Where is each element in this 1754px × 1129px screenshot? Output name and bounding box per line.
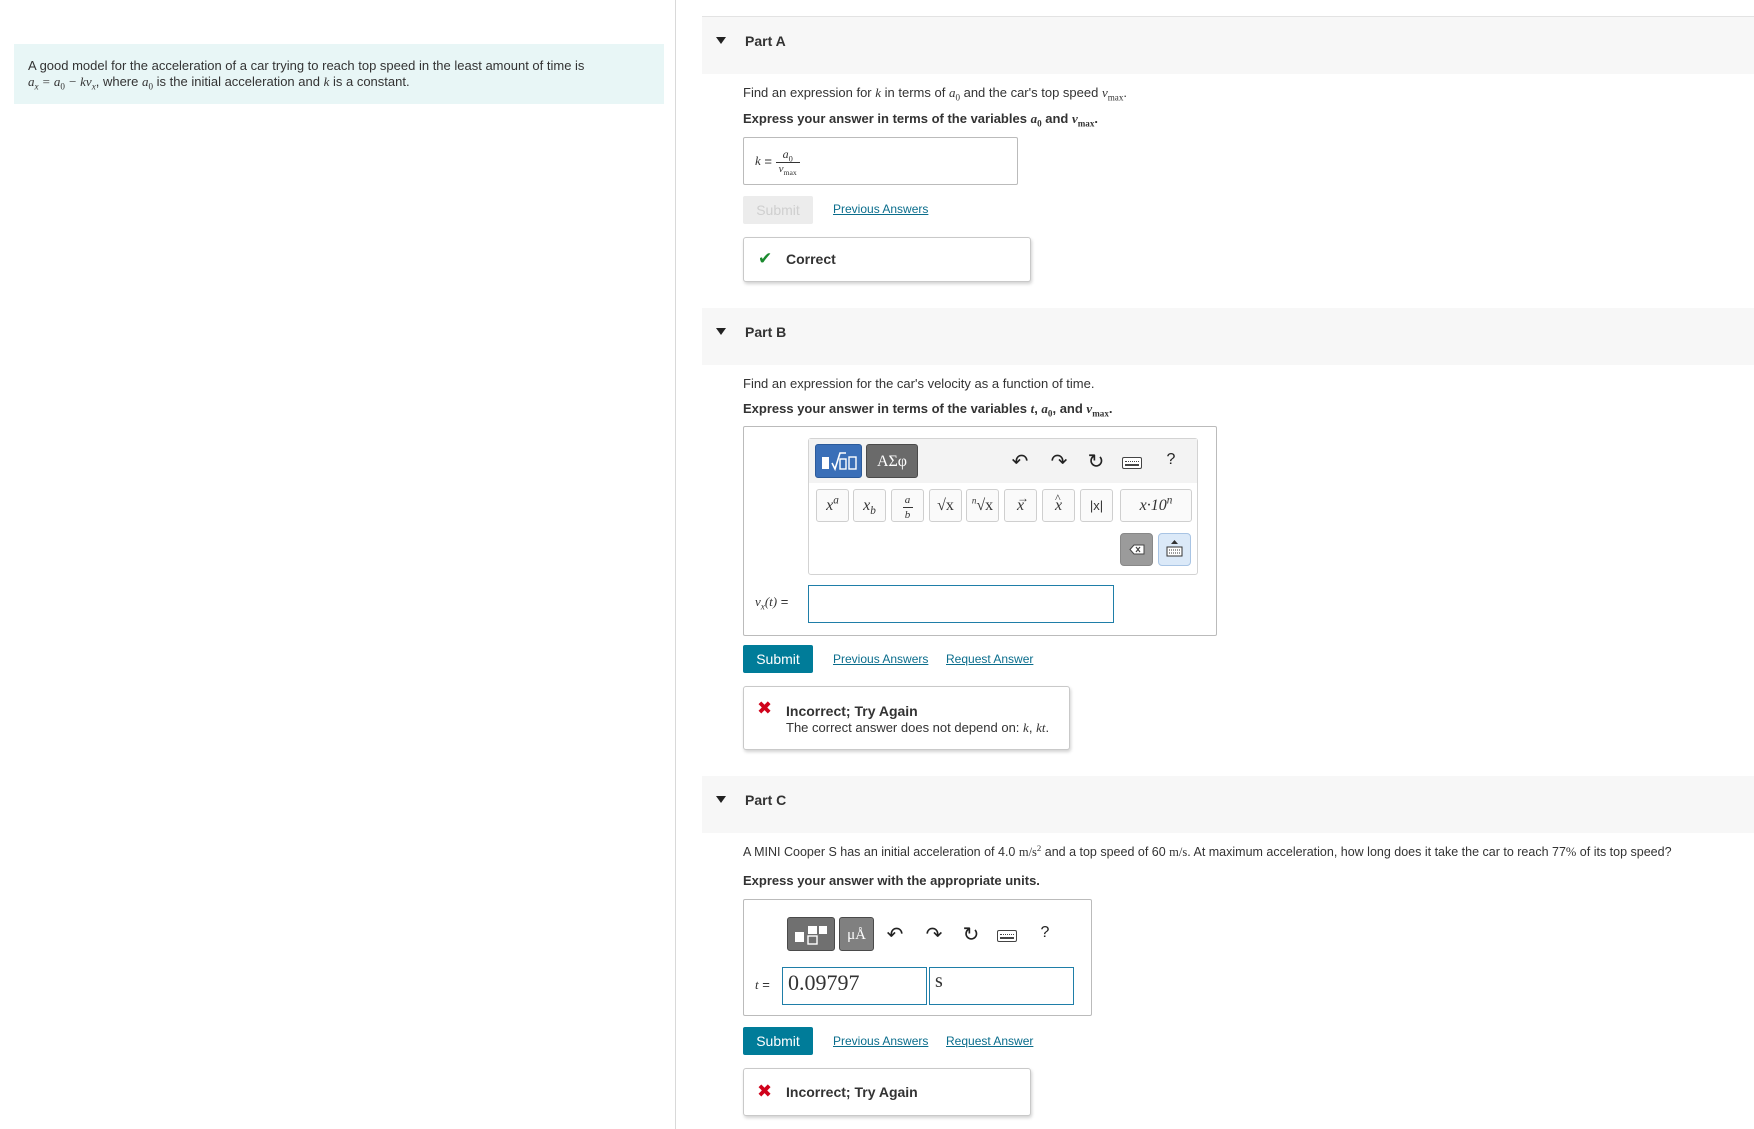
part-c-unit-input[interactable]: s bbox=[929, 967, 1074, 1005]
delete-button[interactable] bbox=[1120, 533, 1153, 566]
hat-caret-icon: ^ bbox=[1055, 491, 1061, 505]
superscript-button[interactable]: xa bbox=[816, 489, 849, 522]
part-b-feedback: ✖ Incorrect; Try Again The correct answe… bbox=[743, 686, 1070, 750]
collapse-triangle-icon[interactable] bbox=[716, 37, 726, 44]
templates-icon bbox=[795, 926, 827, 945]
templates-button[interactable] bbox=[815, 444, 862, 478]
part-a-feedback: ✔ Correct bbox=[743, 237, 1031, 282]
collapse-triangle-icon[interactable] bbox=[716, 796, 726, 803]
backspace-icon bbox=[1129, 544, 1145, 555]
expand-keyboard-button[interactable] bbox=[1158, 533, 1191, 566]
help-icon[interactable]: ? bbox=[1032, 924, 1058, 942]
part-b-answer-input[interactable] bbox=[808, 585, 1114, 623]
reset-icon[interactable]: ↻ bbox=[1083, 449, 1109, 474]
keyboard-icon[interactable] bbox=[997, 930, 1017, 942]
part-b-answer-label: vx(t) = bbox=[755, 594, 789, 612]
vector-button[interactable]: → x bbox=[1004, 489, 1037, 522]
part-c-submit-button[interactable]: Submit bbox=[743, 1027, 813, 1055]
part-b-request-answer-link[interactable]: Request Answer bbox=[946, 652, 1033, 666]
keyboard-icon[interactable] bbox=[1122, 457, 1142, 469]
check-icon: ✔ bbox=[758, 249, 773, 268]
problem-statement: A good model for the acceleration of a c… bbox=[14, 44, 664, 104]
redo-icon[interactable]: ↷ bbox=[1046, 449, 1072, 474]
feedback-label: Incorrect; Try Again bbox=[786, 703, 918, 719]
fraction-button[interactable]: a b bbox=[891, 489, 924, 522]
part-a-answer-box: k = a0 vmax bbox=[743, 137, 1018, 185]
greek-symbols-button[interactable]: ΑΣφ bbox=[866, 444, 918, 478]
column-divider bbox=[675, 0, 676, 1129]
sqrt-button[interactable]: √x bbox=[929, 489, 962, 522]
hat-button[interactable]: ^ x bbox=[1042, 489, 1075, 522]
part-b-header[interactable]: Part B bbox=[702, 308, 1754, 365]
part-c-previous-answers-link[interactable]: Previous Answers bbox=[833, 1034, 928, 1048]
scientific-notation-button[interactable]: x·10n bbox=[1120, 489, 1192, 522]
reset-icon[interactable]: ↻ bbox=[958, 922, 984, 947]
x-icon: ✖ bbox=[757, 1081, 773, 1101]
part-b-submit-button[interactable]: Submit bbox=[743, 645, 813, 673]
part-a-instruction: Express your answer in terms of the vari… bbox=[743, 111, 1099, 129]
part-a-previous-answers-link[interactable]: Previous Answers bbox=[833, 202, 928, 216]
vector-arrow-icon: → bbox=[1017, 491, 1029, 505]
part-a-title: Part A bbox=[745, 33, 786, 49]
collapse-triangle-icon[interactable] bbox=[716, 328, 726, 335]
part-c-value-input[interactable]: 0.09797 bbox=[782, 967, 927, 1005]
templates-button[interactable] bbox=[787, 917, 835, 951]
problem-model: ax = a0 − kvx, where a0 is the initial a… bbox=[28, 74, 410, 92]
part-c-instruction: Express your answer with the appropriate… bbox=[743, 873, 1040, 888]
part-b-title: Part B bbox=[745, 324, 787, 340]
undo-icon[interactable]: ↶ bbox=[882, 922, 908, 947]
undo-icon[interactable]: ↶ bbox=[1007, 449, 1033, 474]
units-button[interactable]: μÅ bbox=[839, 917, 874, 951]
redo-icon[interactable]: ↷ bbox=[921, 922, 947, 947]
feedback-detail: The correct answer does not depend on: k… bbox=[786, 720, 1050, 735]
absolute-value-button[interactable]: |x| bbox=[1080, 489, 1113, 522]
part-c-header[interactable]: Part C bbox=[702, 776, 1754, 833]
part-c-prompt: A MINI Cooper S has an initial accelerat… bbox=[743, 842, 1672, 859]
part-a-answer: k = a0 vmax bbox=[755, 147, 800, 177]
feedback-label: Incorrect; Try Again bbox=[786, 1084, 918, 1100]
part-c-request-answer-link[interactable]: Request Answer bbox=[946, 1034, 1033, 1048]
keyboard-up-icon bbox=[1166, 540, 1183, 557]
part-a-header[interactable]: Part A bbox=[702, 17, 1754, 74]
feedback-label: Correct bbox=[786, 251, 836, 267]
part-c-answer-label: t = bbox=[755, 977, 770, 992]
part-b-prompt: Find an expression for the car's velocit… bbox=[743, 376, 1095, 391]
answer-fraction: a0 vmax bbox=[775, 147, 800, 177]
part-b-previous-answers-link[interactable]: Previous Answers bbox=[833, 652, 928, 666]
part-c-title: Part C bbox=[745, 792, 787, 808]
nth-root-button[interactable]: n√x bbox=[966, 489, 999, 522]
problem-intro: A good model for the acceleration of a c… bbox=[28, 58, 585, 73]
templates-icon bbox=[821, 452, 857, 472]
x-icon: ✖ bbox=[757, 698, 773, 718]
part-b-instruction: Express your answer in terms of the vari… bbox=[743, 401, 1113, 419]
part-a-submit-button[interactable]: Submit bbox=[743, 196, 813, 224]
part-c-feedback: ✖ Incorrect; Try Again bbox=[743, 1068, 1031, 1116]
help-icon[interactable]: ? bbox=[1158, 451, 1184, 469]
part-a-prompt: Find an expression for k in terms of a0 … bbox=[743, 85, 1128, 103]
subscript-button[interactable]: xb bbox=[853, 489, 886, 522]
